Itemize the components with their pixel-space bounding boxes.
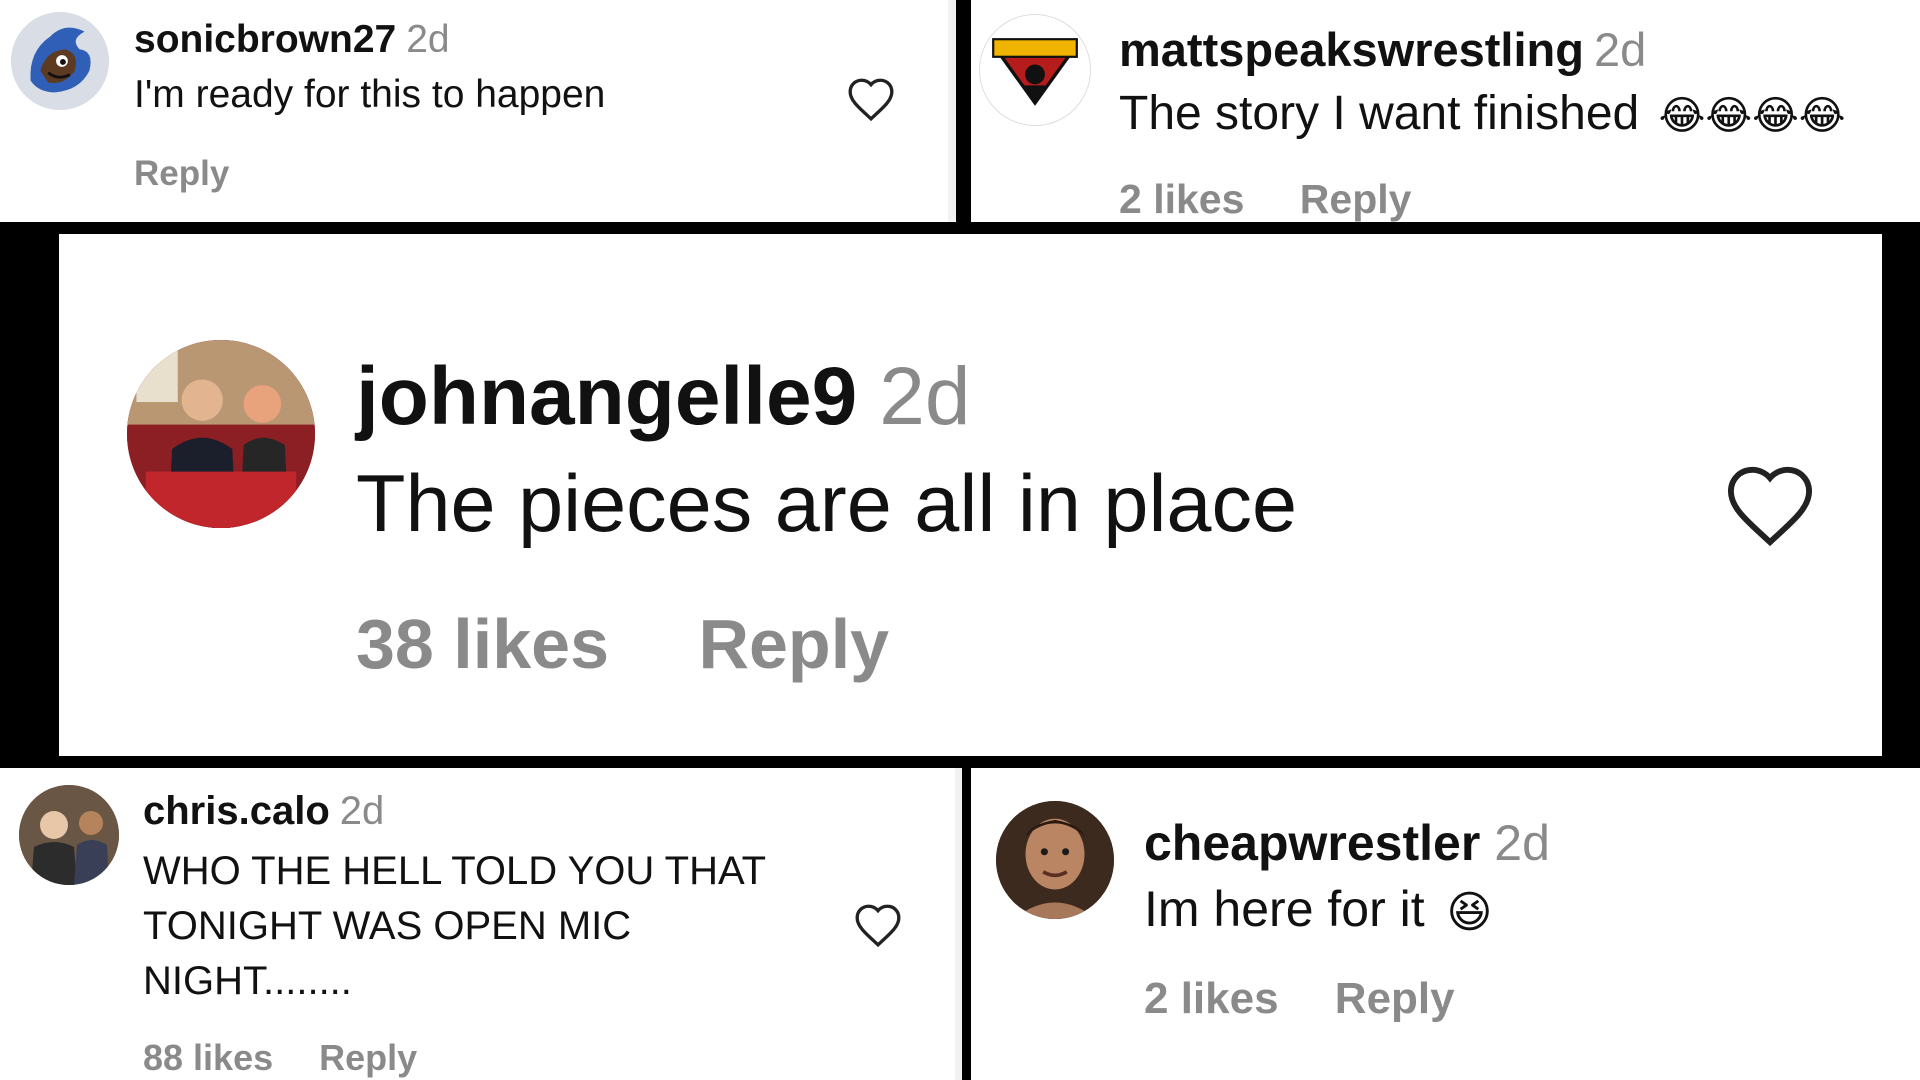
comment-header: cheapwrestler 2d [1144,814,1550,872]
comment-header: sonicbrown27 2d [134,18,450,62]
avatar[interactable] [11,12,109,110]
wrestling-logo-avatar-image [980,15,1090,125]
timestamp: 2d [1494,815,1550,871]
timestamp: 2d [879,351,971,442]
heart-icon[interactable] [1723,462,1817,548]
comment-text: I'm ready for this to happen [134,73,606,116]
comment-text-content: Im here for it [1144,881,1425,937]
comment-header: mattspeakswrestling 2d [1119,22,1646,77]
timestamp: 2d [406,18,450,61]
username[interactable]: mattspeakswrestling [1119,23,1584,76]
grinning-squinting-emoji-icon: 😆 [1446,888,1493,938]
comment-header: johnangelle9 2d [356,350,970,444]
likes-count[interactable]: 38 likes [356,604,609,684]
comment-text-content: The story I want finished [1119,87,1640,140]
reply-button[interactable]: Reply [1300,176,1412,222]
comment-text: Im here for it 😆 [1144,880,1492,938]
comment-panel-sonicbrown27: sonicbrown27 2d I'm ready for this to hap… [0,0,948,222]
likes-count[interactable]: 2 likes [1144,974,1279,1024]
reply-button[interactable]: Reply [698,604,889,684]
photo-avatar-image [127,340,315,528]
comment-panel-cheapwrestler: cheapwrestler 2d Im here for it 😆 2 likes… [971,768,1920,1080]
timestamp: 2d [1593,23,1647,76]
avatar[interactable] [127,340,315,528]
heart-icon[interactable] [853,902,903,948]
comment-header: chris.calo 2d [143,789,384,834]
sonic-avatar-image [11,12,109,110]
comment-panel-chris-calo: chris.calo 2d WHO THE HELL TOLD YOU THAT … [0,768,955,1080]
heart-icon[interactable] [846,76,896,122]
username[interactable]: sonicbrown27 [134,18,396,61]
avatar[interactable] [996,801,1114,919]
username[interactable]: cheapwrestler [1144,815,1480,871]
reply-button[interactable]: Reply [134,154,229,194]
laughing-emoji-icons: 😂😂😂😂 [1658,94,1846,139]
photo-avatar-image [996,801,1114,919]
comment-text: The story I want finished 😂😂😂😂 [1119,86,1846,141]
comment-actions: 2 likes Reply [1119,176,1411,222]
reply-button[interactable]: Reply [319,1037,417,1079]
comment-panel-johnangelle9: johnangelle9 2d The pieces are all in pla… [59,234,1882,756]
comment-line: TONIGHT WAS OPEN MIC [143,904,632,948]
likes-count[interactable]: 2 likes [1119,176,1244,222]
avatar[interactable] [979,14,1091,126]
comment-actions: 88 likes Reply [143,1037,417,1079]
reply-button[interactable]: Reply [1335,974,1455,1024]
comment-panel-mattspeakswrestling: mattspeakswrestling 2d The story I want f… [971,0,1920,222]
comment-text: The pieces are all in place [356,459,1298,549]
timestamp: 2d [339,789,385,833]
comment-line: NIGHT........ [143,959,352,1003]
comment-actions: Reply [134,154,229,194]
username[interactable]: chris.calo [143,789,330,833]
comment-actions: 38 likes Reply [356,604,889,684]
comment-line: WHO THE HELL TOLD YOU THAT [143,849,767,893]
photo-avatar-image [19,785,119,885]
comment-text: WHO THE HELL TOLD YOU THAT TONIGHT WAS O… [143,844,766,1009]
divider [955,768,962,1080]
avatar[interactable] [19,785,119,885]
username[interactable]: johnangelle9 [356,351,857,442]
comment-actions: 2 likes Reply [1144,974,1455,1024]
likes-count[interactable]: 88 likes [143,1037,273,1079]
divider [948,0,956,222]
